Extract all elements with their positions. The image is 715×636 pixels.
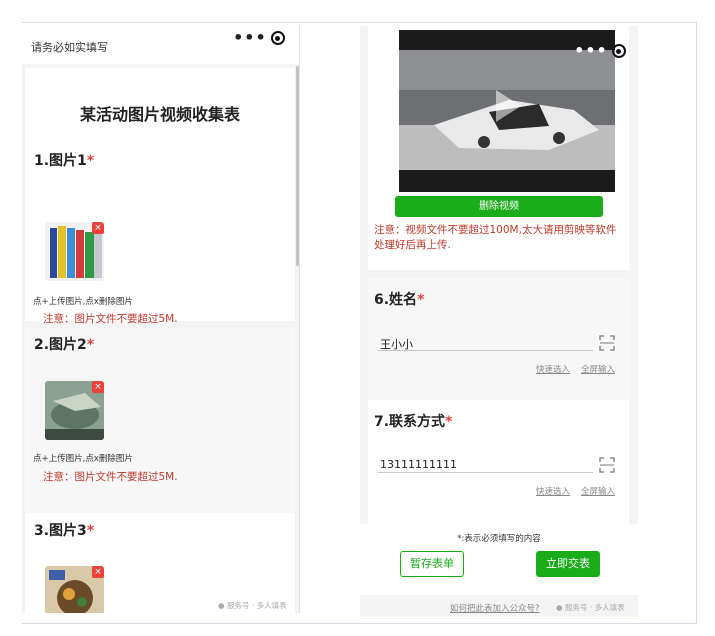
frame-bottom-line [22,623,697,624]
more-dots-icon[interactable]: ••• [233,30,267,46]
size-note-1: 注意：图片文件不要超过5M. [43,313,178,325]
question-card-1: 1.图片1* × 点+上传图片,点x删除图片 注意：图片文件不要超过5M. [25,134,295,325]
required-star: * [86,153,95,169]
required-note: *:表示必须填写的内容 [457,534,541,544]
question-title-1: 1.图片1* [34,153,95,169]
contact-question-title: 7.联系方式* [374,414,453,430]
name-question-card: 6.姓名* 王小小 快速选入 全屏输入 [368,278,629,400]
required-star: * [86,523,95,539]
frame-right-line [696,22,697,624]
name-input-line[interactable] [378,350,593,351]
question-card-3: 3.图片3* × [25,513,295,613]
delete-x-icon[interactable]: × [92,381,104,393]
scan-icon[interactable] [599,335,615,351]
submit-area: *:表示必须填写的内容 暂存表单 立即交表 [360,524,638,595]
form-title: 某活动图片视频收集表 [79,105,240,124]
quick-select-link[interactable]: 快速选入 [536,485,570,497]
more-dots-icon[interactable]: ••• [574,43,608,59]
save-draft-button[interactable]: 暂存表单 [400,551,464,577]
required-star: * [417,292,425,308]
wechat-icon: ● [218,601,225,610]
fullscreen-input-link[interactable]: 全屏输入 [581,485,615,497]
left-phone-screen: 请务必如实填写 ••• 某活动图片视频收集表 1.图片1* × 点+上传图片,点… [22,26,300,613]
question-card-2: 2.图片2* × 点+上传图片,点x删除图片 注意：图片文件不要超过5M. [25,328,295,513]
required-star: * [86,337,95,353]
video-card: ••• 删除视频 注意：视频文件不要超过100M,太大请用剪映等软件处理好后再上… [368,26,629,270]
contact-input-line[interactable] [378,472,593,473]
name-question-title: 6.姓名* [374,292,425,308]
fullscreen-input-link[interactable]: 全屏输入 [581,363,615,375]
wechat-watermark-left: ● 服务号 · 多人填表 [218,601,287,610]
close-target-icon[interactable] [270,31,285,45]
required-star: * [445,414,453,430]
submit-button[interactable]: 立即交表 [536,551,600,577]
question-title-3: 3.图片3* [34,523,95,539]
wechat-watermark-right: ● 服务号 · 多人填表 [556,603,625,612]
scan-icon[interactable] [599,457,615,473]
frame-top-line [22,22,697,23]
left-scrollbar[interactable] [296,66,299,266]
right-phone-screen: ••• 删除视频 注意：视频文件不要超过100M,太大请用剪映等软件处理好后再上… [360,26,638,617]
contact-question-card: 7.联系方式* 13111111111 快速选入 全屏输入 [368,400,629,524]
delete-x-icon[interactable]: × [92,566,104,578]
size-note-2: 注意：图片文件不要超过5M. [43,471,178,483]
video-size-note: 注意：视频文件不要超过100M,太大请用剪映等软件处理好后再上传. [374,224,617,251]
wechat-icon: ● [556,603,563,612]
contact-input-value[interactable]: 13111111111 [380,458,457,471]
delete-video-button[interactable]: 删除视频 [395,196,603,217]
header-text: 请务必如实填写 [31,41,108,54]
close-target-icon[interactable] [611,44,626,58]
add-to-official-account-link[interactable]: 如何把此表加入公众号? [450,602,540,614]
uploaded-image-2[interactable]: × [45,381,104,440]
screenshot-stage: 请务必如实填写 ••• 某活动图片视频收集表 1.图片1* × 点+上传图片,点… [0,0,715,636]
mini-program-capsule[interactable]: ••• [222,26,296,52]
delete-x-icon[interactable]: × [92,222,104,234]
uploaded-image-3[interactable]: × [45,566,104,613]
upload-hint-1: 点+上传图片,点x删除图片 [33,297,133,307]
uploaded-image-1[interactable]: × [45,222,104,281]
mini-program-capsule-right[interactable]: ••• [563,37,637,65]
upload-hint-2: 点+上传图片,点x删除图片 [33,454,133,464]
quick-select-link[interactable]: 快速选入 [536,363,570,375]
question-title-2: 2.图片2* [34,337,95,353]
